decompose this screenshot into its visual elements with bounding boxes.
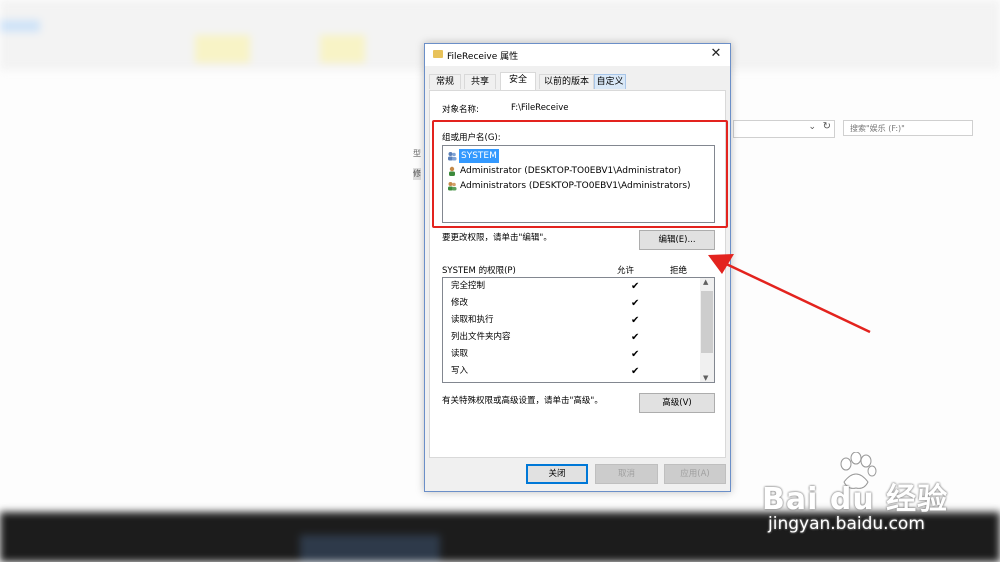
permission-name: 读取 (451, 349, 469, 359)
properties-dialog: FileReceive 属性 ✕ 常规 共享 安全 以前的版本 自定义 对象名称… (424, 43, 731, 492)
tab-general[interactable]: 常规 (429, 74, 461, 89)
allow-check-icon: ✔ (631, 349, 640, 360)
object-name-label: 对象名称: (442, 105, 479, 115)
advanced-button[interactable]: 高级(V) (639, 393, 715, 413)
permission-row: 修改 ✔ (451, 295, 639, 312)
allow-check-icon: ✔ (631, 298, 640, 309)
permission-row: 列出文件夹内容 ✔ (451, 329, 639, 346)
annotation-arrow (708, 254, 871, 334)
dialog-titlebar[interactable]: FileReceive 属性 ✕ (425, 44, 730, 66)
permission-row: 完全控制 ✔ (451, 278, 639, 295)
permission-row: 写入 ✔ (451, 363, 639, 380)
edit-hint: 要更改权限，请单击"编辑"。 (442, 233, 552, 243)
tab-sharing[interactable]: 共享 (464, 74, 496, 89)
close-icon[interactable]: ✕ (708, 46, 724, 62)
permission-row: 读取 ✔ (451, 346, 639, 363)
permission-name: 读取和执行 (451, 315, 494, 325)
allow-check-icon: ✔ (631, 315, 640, 326)
tab-security[interactable]: 安全 (500, 72, 536, 90)
allow-check-icon: ✔ (631, 332, 640, 343)
permission-name: 完全控制 (451, 281, 486, 291)
highlight-box (432, 120, 728, 228)
permission-name: 写入 (451, 366, 469, 376)
chevron-down-icon[interactable]: ⌄ (808, 122, 816, 132)
chevron-down-icon[interactable]: ▼ (703, 374, 708, 382)
background-sidebar-fragment: 修 (413, 168, 421, 180)
folder-icon (433, 50, 443, 58)
dialog-title: FileReceive 属性 (447, 52, 519, 62)
permissions-list[interactable]: 完全控制 ✔ 修改 ✔ 读取和执行 ✔ 列出文件夹内容 ✔ 读取 ✔ 写入 ✔ (442, 277, 715, 383)
background-sidebar-fragment: 型 (413, 149, 421, 158)
background-ribbon-tab (0, 20, 40, 32)
address-bar[interactable]: ⌄ ↻ (733, 120, 835, 138)
taskbar-item (300, 535, 440, 562)
deny-column-header: 拒绝 (670, 266, 688, 276)
watermark-brand: Bai du 经验 (762, 482, 949, 517)
tab-customize[interactable]: 自定义 (594, 74, 626, 89)
allow-column-header: 允许 (617, 266, 635, 276)
close-button[interactable]: 关闭 (526, 464, 588, 484)
cancel-button[interactable]: 取消 (595, 464, 658, 484)
allow-check-icon: ✔ (631, 281, 640, 292)
apply-button[interactable]: 应用(A) (664, 464, 726, 484)
background-folder-icon (195, 35, 250, 63)
watermark-url: jingyan.baidu.com (768, 514, 925, 534)
tab-previous-versions[interactable]: 以前的版本 (539, 74, 594, 89)
search-input[interactable]: 搜索"娱乐 (F:)" (843, 120, 973, 136)
object-name-value: F:\FileReceive (511, 103, 569, 113)
advanced-hint: 有关特殊权限或高级设置，请单击"高级"。 (442, 396, 603, 406)
allow-check-icon: ✔ (631, 366, 640, 377)
background-folder-icon (320, 35, 365, 63)
permissions-title: SYSTEM 的权限(P) (442, 266, 516, 276)
permission-name: 修改 (451, 298, 469, 308)
permission-name: 列出文件夹内容 (451, 332, 511, 342)
permission-row: 读取和执行 ✔ (451, 312, 639, 329)
baidu-watermark: Bai du 经验 jingyan.baidu.com (762, 452, 992, 542)
refresh-icon[interactable]: ↻ (823, 121, 831, 132)
